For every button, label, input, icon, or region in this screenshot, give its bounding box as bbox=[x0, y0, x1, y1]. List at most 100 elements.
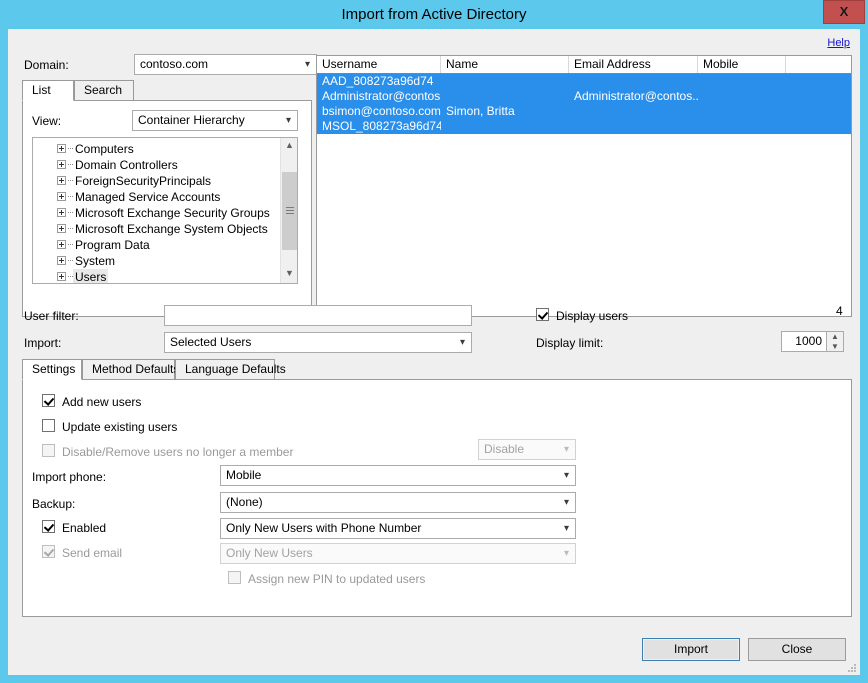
table-row[interactable]: AAD_808273a96d74 bbox=[317, 74, 851, 89]
display-limit-label: Display limit: bbox=[536, 336, 604, 350]
spin-up-icon[interactable]: ▲ bbox=[827, 332, 843, 342]
cell-email bbox=[569, 119, 698, 134]
close-window-button[interactable]: X bbox=[823, 0, 865, 24]
tree-item[interactable]: Program Data bbox=[33, 237, 279, 253]
table-row[interactable]: Administrator@contos... Administrator@co… bbox=[317, 89, 851, 104]
expand-icon[interactable] bbox=[57, 176, 66, 185]
update-existing-users-label: Update existing users bbox=[62, 420, 178, 434]
resize-grip-icon[interactable] bbox=[845, 661, 857, 673]
tree-line bbox=[68, 196, 73, 197]
container-tree-items: Computers Domain Controllers ForeignSecu… bbox=[33, 141, 279, 283]
tree-item-users[interactable]: Users bbox=[33, 269, 279, 283]
tree-item-label: Managed Service Accounts bbox=[75, 190, 221, 204]
tree-item-label: Computers bbox=[75, 142, 134, 156]
user-listview[interactable]: Username Name Email Address Mobile AAD_8… bbox=[316, 55, 852, 317]
expand-icon[interactable] bbox=[57, 256, 66, 265]
chevron-down-icon: ▾ bbox=[285, 115, 291, 126]
spin-down-icon[interactable]: ▼ bbox=[827, 342, 843, 352]
import-mode-label: Import: bbox=[24, 336, 62, 350]
tree-item[interactable]: Microsoft Exchange Security Groups bbox=[33, 205, 279, 221]
display-limit-spin-buttons[interactable]: ▲ ▼ bbox=[827, 331, 844, 352]
tree-item-label: System bbox=[75, 254, 116, 268]
expand-icon[interactable] bbox=[57, 144, 66, 153]
enabled-checkbox[interactable] bbox=[42, 520, 55, 533]
assign-new-pin-checkbox[interactable] bbox=[228, 571, 241, 584]
tree-item-label: Program Data bbox=[75, 238, 150, 252]
tree-item[interactable]: ForeignSecurityPrincipals bbox=[33, 173, 279, 189]
table-row[interactable]: MSOL_808273a96d74 bbox=[317, 119, 851, 134]
column-header-username[interactable]: Username bbox=[317, 56, 441, 73]
enabled-value: Only New Users with Phone Number bbox=[226, 521, 422, 535]
settings-tabstrip: Settings Method Defaults Language Defaul… bbox=[22, 359, 852, 380]
backup-combobox[interactable]: (None) ▾ bbox=[220, 492, 576, 513]
tree-line bbox=[68, 244, 73, 245]
tree-item-label: Microsoft Exchange Security Groups bbox=[75, 206, 270, 220]
send-email-checkbox[interactable] bbox=[42, 545, 55, 558]
cell-username: MSOL_808273a96d74 bbox=[322, 119, 441, 133]
cell-email: Administrator@contos... bbox=[574, 89, 698, 103]
send-email-value: Only New Users bbox=[226, 546, 313, 560]
listview-body: AAD_808273a96d74 Administrator@contos...… bbox=[317, 74, 851, 316]
expand-icon[interactable] bbox=[57, 192, 66, 201]
container-tree[interactable]: Computers Domain Controllers ForeignSecu… bbox=[32, 137, 298, 284]
domain-combobox[interactable]: contoso.com ▾ bbox=[134, 54, 317, 75]
cell-email bbox=[569, 74, 698, 89]
send-email-combobox[interactable]: Only New Users ▾ bbox=[220, 543, 576, 564]
scroll-up-icon[interactable]: ▲ bbox=[281, 138, 297, 155]
disable-remove-users-checkbox[interactable] bbox=[42, 444, 55, 457]
tab-list[interactable]: List bbox=[22, 80, 74, 101]
tab-search[interactable]: Search bbox=[74, 80, 134, 101]
cell-username: AAD_808273a96d74 bbox=[322, 74, 434, 88]
update-existing-users-checkbox[interactable] bbox=[42, 419, 55, 432]
cell-username: bsimon@contoso.com bbox=[322, 104, 441, 118]
disable-remove-action-combobox[interactable]: Disable ▾ bbox=[478, 439, 576, 460]
expand-icon[interactable] bbox=[57, 272, 66, 281]
expand-icon[interactable] bbox=[57, 208, 66, 217]
source-tabstrip: List Search bbox=[22, 80, 312, 101]
tree-line bbox=[68, 260, 73, 261]
expand-icon[interactable] bbox=[57, 224, 66, 233]
tree-item[interactable]: System bbox=[33, 253, 279, 269]
column-header-mobile[interactable]: Mobile bbox=[698, 56, 786, 73]
view-combobox[interactable]: Container Hierarchy ▾ bbox=[132, 110, 298, 131]
cell-name bbox=[441, 89, 569, 104]
close-button[interactable]: Close bbox=[748, 638, 846, 661]
tree-item[interactable]: Managed Service Accounts bbox=[33, 189, 279, 205]
scroll-down-icon[interactable]: ▼ bbox=[281, 266, 297, 283]
cell-email bbox=[569, 104, 698, 119]
tree-item[interactable]: Domain Controllers bbox=[33, 157, 279, 173]
add-new-users-checkbox[interactable] bbox=[42, 394, 55, 407]
chevron-down-icon: ▾ bbox=[563, 548, 569, 559]
table-row[interactable]: bsimon@contoso.com Simon, Britta bbox=[317, 104, 851, 119]
enabled-combobox[interactable]: Only New Users with Phone Number ▾ bbox=[220, 518, 576, 539]
import-button[interactable]: Import bbox=[642, 638, 740, 661]
user-filter-label: User filter: bbox=[24, 309, 79, 323]
tree-line bbox=[68, 228, 73, 229]
tree-line bbox=[68, 180, 73, 181]
tree-item[interactable]: Computers bbox=[33, 141, 279, 157]
display-users-checkbox[interactable] bbox=[536, 308, 549, 321]
user-filter-input[interactable] bbox=[164, 305, 472, 326]
expand-icon[interactable] bbox=[57, 240, 66, 249]
column-header-name[interactable]: Name bbox=[441, 56, 569, 73]
import-phone-combobox[interactable]: Mobile ▾ bbox=[220, 465, 576, 486]
tree-item[interactable]: Microsoft Exchange System Objects bbox=[33, 221, 279, 237]
dialog-window: Import from Active Directory X Help Doma… bbox=[0, 0, 868, 683]
cell-username: Administrator@contos... bbox=[322, 89, 441, 103]
tab-method-defaults[interactable]: Method Defaults bbox=[82, 359, 179, 380]
import-mode-combobox[interactable]: Selected Users ▾ bbox=[164, 332, 472, 353]
chevron-down-icon: ▾ bbox=[563, 497, 569, 508]
display-limit-input[interactable]: 1000 bbox=[781, 331, 827, 352]
import-phone-label: Import phone: bbox=[32, 470, 107, 484]
result-count: 4 bbox=[836, 304, 843, 318]
tab-settings[interactable]: Settings bbox=[22, 359, 82, 380]
tree-vertical-scrollbar[interactable]: ▲ ▼ bbox=[280, 138, 297, 283]
scrollbar-thumb[interactable] bbox=[282, 172, 297, 250]
dialog-client-area: Help Domain: contoso.com ▾ List Search V… bbox=[8, 29, 860, 675]
help-link[interactable]: Help bbox=[827, 37, 850, 49]
column-header-email-address[interactable]: Email Address bbox=[569, 56, 698, 73]
chevron-down-icon: ▾ bbox=[563, 470, 569, 481]
tab-language-defaults[interactable]: Language Defaults bbox=[175, 359, 286, 380]
expand-icon[interactable] bbox=[57, 160, 66, 169]
chevron-down-icon: ▾ bbox=[304, 59, 310, 70]
